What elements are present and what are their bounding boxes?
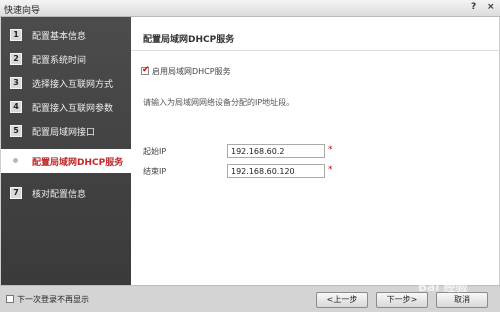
- wizard-sidebar: 1 配置基本信息 2 配置系统时间 3 选择接入互联网方式 4 配置接入互联网参…: [1, 17, 131, 285]
- sidebar-item-internet-mode[interactable]: 3 选择接入互联网方式: [1, 71, 131, 95]
- main-panel: 配置局域网DHCP服务 ✔ 启用局域网DHCP服务 请输入为局域网网络设备分配的…: [131, 17, 499, 285]
- sidebar-item-label: 配置接入互联网参数: [32, 104, 114, 114]
- close-icon[interactable]: ×: [487, 2, 495, 12]
- watermark-logo: Bai 经验: [418, 280, 468, 294]
- sidebar-item-label: 选择接入互联网方式: [32, 80, 114, 90]
- instruction-text: 请输入为局域网网络设备分配的IP地址段。: [143, 98, 295, 107]
- sidebar-item-label: 核对配置信息: [32, 190, 87, 200]
- previous-button[interactable]: <上一步: [316, 292, 368, 308]
- current-step-dot-icon: [13, 158, 18, 163]
- sidebar-item-review[interactable]: 7 核对配置信息: [1, 181, 131, 205]
- sidebar-item-label: 配置系统时间: [32, 56, 87, 66]
- sidebar-item-lan-interface[interactable]: 5 配置局域网接口: [1, 119, 131, 143]
- dont-show-again-checkbox[interactable]: [6, 295, 14, 303]
- enable-dhcp-checkbox[interactable]: ✔: [141, 65, 150, 75]
- step-number: 3: [10, 77, 22, 89]
- start-ip-input[interactable]: [227, 144, 325, 158]
- sidebar-item-label: 配置局域网DHCP服务: [32, 158, 124, 168]
- end-ip-label: 结束IP: [143, 167, 167, 176]
- start-ip-label: 起始IP: [143, 147, 167, 156]
- window-title: 快速向导: [4, 6, 41, 16]
- step-number: 2: [10, 53, 22, 65]
- required-mark: *: [328, 165, 333, 175]
- title-bar: 快速向导 ? ×: [0, 0, 500, 17]
- dont-show-again-label: 下一次登录不再显示: [17, 295, 89, 304]
- page-title: 配置局域网DHCP服务: [143, 35, 235, 45]
- step-number: 4: [10, 101, 22, 113]
- enable-dhcp-label: 启用局域网DHCP服务: [152, 67, 231, 76]
- end-ip-input[interactable]: [227, 164, 325, 178]
- sidebar-item-system-time[interactable]: 2 配置系统时间: [1, 47, 131, 71]
- divider: [131, 50, 499, 51]
- step-number: 1: [10, 29, 22, 41]
- sidebar-item-internet-params[interactable]: 4 配置接入互联网参数: [1, 95, 131, 119]
- step-number: 7: [10, 187, 22, 199]
- sidebar-item-label: 配置局域网接口: [32, 128, 96, 138]
- sidebar-item-basic-info[interactable]: 1 配置基本信息: [1, 23, 131, 47]
- checkmark-icon: ✔: [142, 65, 150, 75]
- help-icon[interactable]: ?: [471, 2, 476, 12]
- sidebar-item-label: 配置基本信息: [32, 32, 87, 42]
- sidebar-item-lan-dhcp[interactable]: 配置局域网DHCP服务: [1, 149, 131, 173]
- required-mark: *: [328, 145, 333, 155]
- step-number: 5: [10, 125, 22, 137]
